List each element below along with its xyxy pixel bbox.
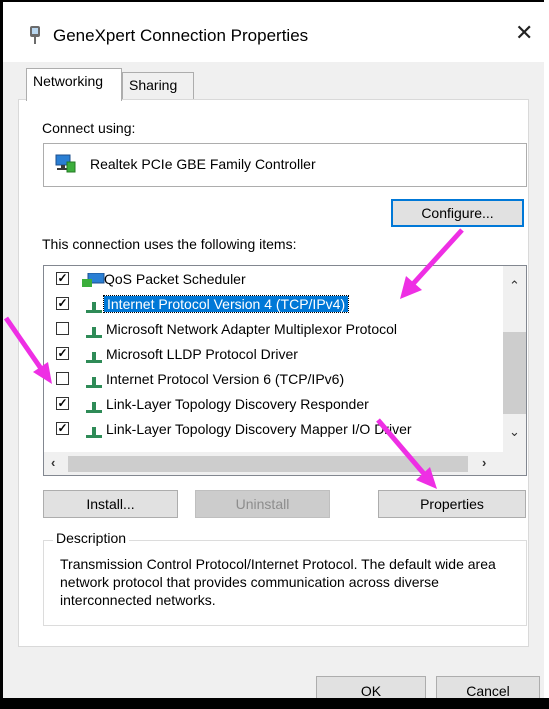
annotation-arrow-ipv6 bbox=[3, 316, 52, 384]
annotation-overlay bbox=[3, 228, 464, 489]
annotation-arrow-properties bbox=[376, 418, 437, 489]
annotation-arrow-ipv4 bbox=[400, 228, 464, 299]
tab-networking[interactable]: Networking bbox=[26, 68, 122, 101]
